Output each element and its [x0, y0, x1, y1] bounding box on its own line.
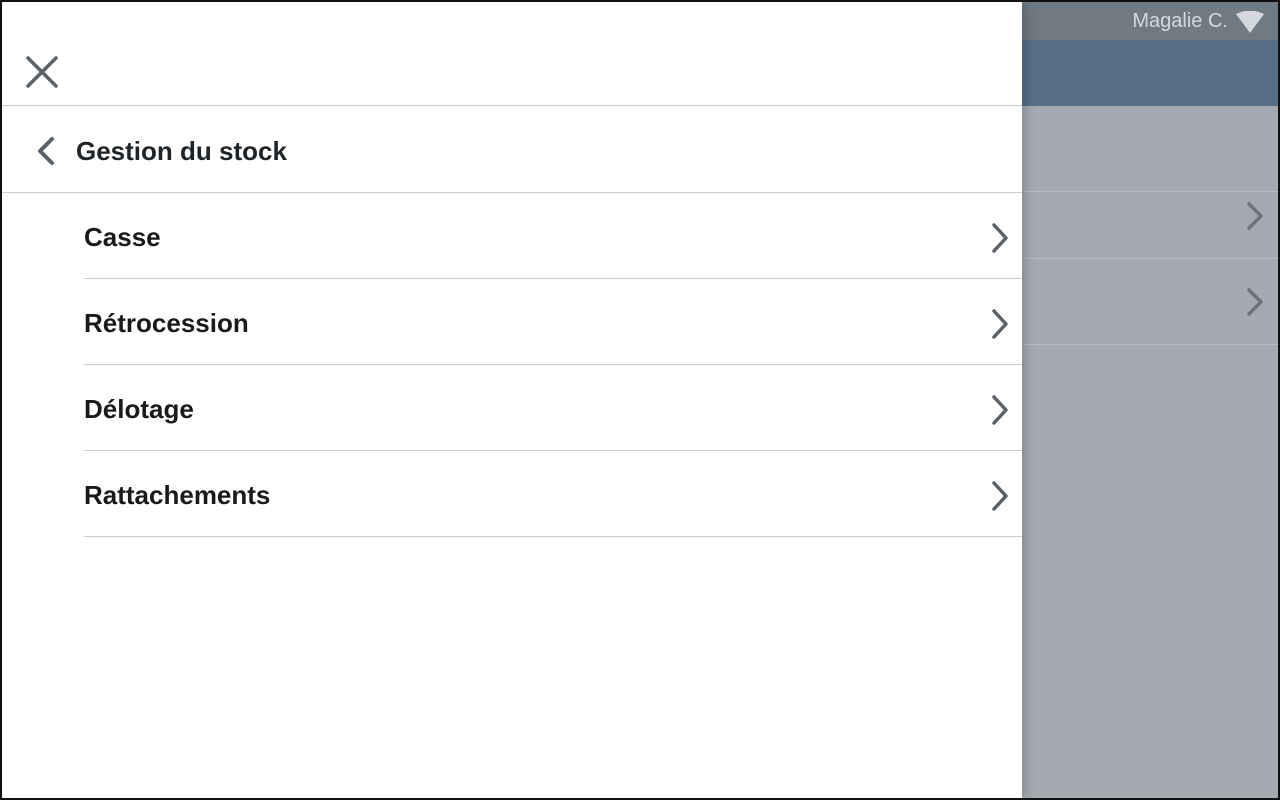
menu-item-label: Délotage	[84, 394, 194, 424]
back-button[interactable]: Gestion du stock	[2, 106, 1022, 193]
menu-item-rattachements[interactable]: Rattachements	[84, 451, 1022, 537]
wifi-icon	[1236, 10, 1264, 33]
chevron-left-icon[interactable]	[36, 136, 56, 166]
background-row	[1022, 259, 1278, 345]
menu-item-label: Rattachements	[84, 480, 271, 510]
app-window: Magalie C. Gestion du stock Casse Rétroc…	[0, 0, 1280, 800]
drawer-top-bar	[2, 2, 1022, 106]
chevron-right-icon	[990, 222, 1010, 254]
menu-item-casse[interactable]: Casse	[84, 193, 1022, 279]
chevron-right-icon	[990, 308, 1010, 340]
navigation-drawer: Gestion du stock Casse Rétrocession Délo…	[2, 2, 1022, 798]
menu-item-label: Casse	[84, 222, 161, 252]
close-icon[interactable]	[24, 54, 60, 90]
chevron-right-icon	[1246, 201, 1264, 231]
user-name: Magalie C.	[1132, 10, 1228, 32]
chevron-right-icon	[990, 480, 1010, 512]
chevron-right-icon	[1246, 287, 1264, 317]
background-row	[1022, 173, 1278, 259]
menu-item-delotage[interactable]: Délotage	[84, 365, 1022, 451]
menu-list: Casse Rétrocession Délotage Rattachement…	[84, 193, 1022, 537]
menu-item-retrocession[interactable]: Rétrocession	[84, 279, 1022, 365]
menu-item-label: Rétrocession	[84, 308, 249, 338]
section-title: Gestion du stock	[76, 136, 287, 166]
chevron-right-icon	[990, 394, 1010, 426]
